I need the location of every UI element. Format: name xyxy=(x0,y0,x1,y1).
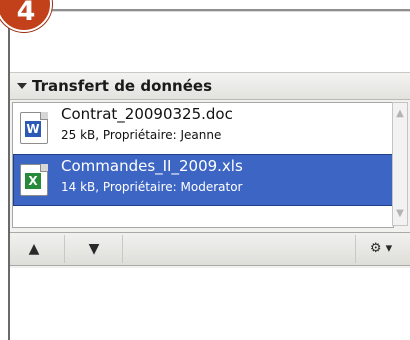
word-document-icon: W xyxy=(20,112,48,144)
toolbar-separator xyxy=(122,235,123,263)
file-transfer-panel: Transfert de données W Contrat_20090325.… xyxy=(10,72,410,268)
panel-header[interactable]: Transfert de données xyxy=(10,72,410,100)
collapse-triangle-icon[interactable] xyxy=(17,83,27,89)
move-down-button[interactable]: ▼ xyxy=(80,239,108,259)
move-up-button[interactable]: ▲ xyxy=(20,239,48,259)
frame-inner-border xyxy=(10,11,410,12)
file-meta: 25 kB, Propriétaire: Jeanne xyxy=(61,128,222,142)
file-list-scrollbar[interactable]: ▲ ▼ xyxy=(392,102,408,226)
panel-title: Transfert de données xyxy=(32,77,213,95)
panel-toolbar: ▲ ▼ ⚙ ▾ xyxy=(10,232,410,266)
step-number: 4 xyxy=(16,0,36,27)
file-row-contrat[interactable]: W Contrat_20090325.doc 25 kB, Propriétai… xyxy=(13,103,393,153)
toolbar-separator xyxy=(355,235,356,263)
file-name: Contrat_20090325.doc xyxy=(61,105,233,123)
options-gear-button[interactable]: ⚙ ▾ xyxy=(362,239,400,259)
file-list: W Contrat_20090325.doc 25 kB, Propriétai… xyxy=(12,102,394,228)
scroll-up-arrow-icon[interactable]: ▲ xyxy=(394,108,406,120)
step-badge: 4 xyxy=(0,0,52,32)
toolbar-separator xyxy=(64,235,65,263)
scroll-down-arrow-icon[interactable]: ▼ xyxy=(394,208,406,220)
selection-outline xyxy=(13,154,393,206)
